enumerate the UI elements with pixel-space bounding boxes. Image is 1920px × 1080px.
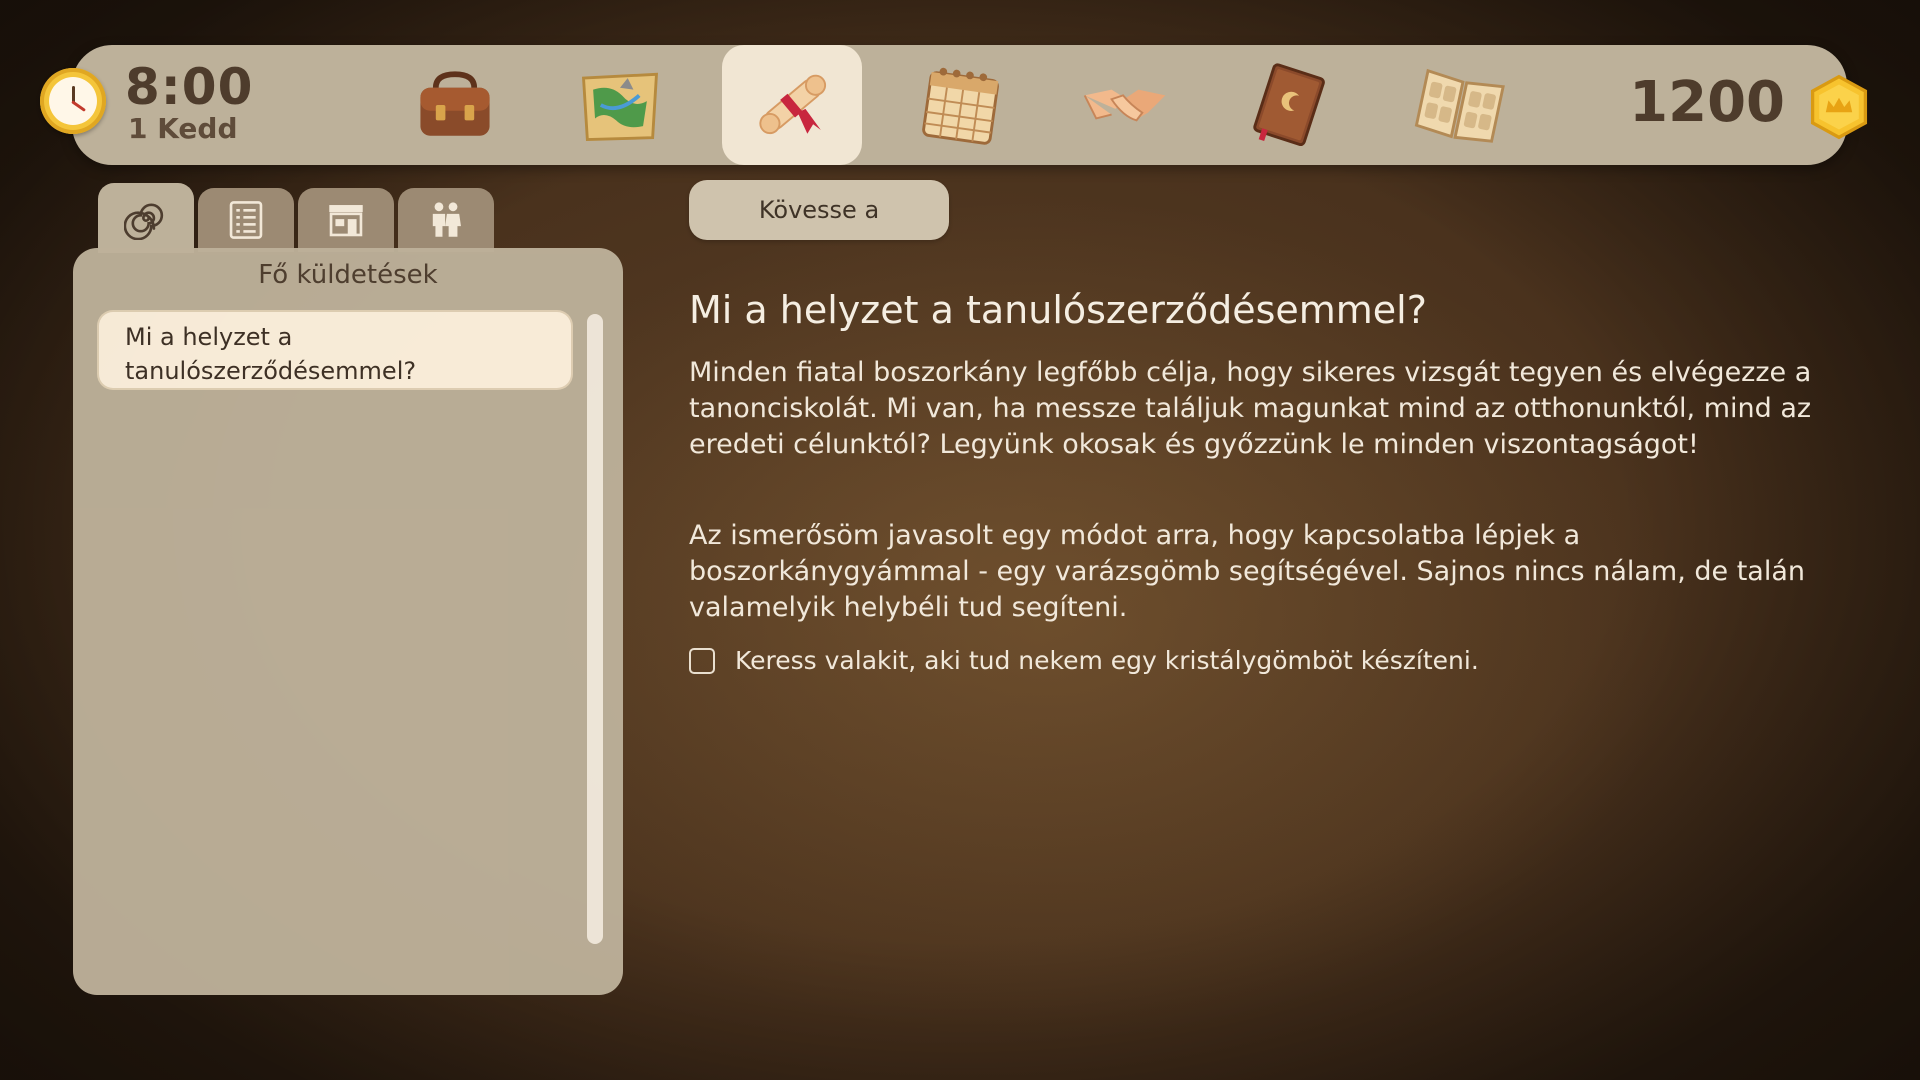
people-icon [432,202,461,237]
satchel-icon [420,71,490,136]
day-display: 1 Kedd [128,112,238,145]
coin-count: 1200 [1629,70,1785,135]
follow-quest-button[interactable]: Kövesse a [689,180,949,240]
quest-title: Mi a helyzet a tanulószerződésemmel? [689,288,1427,332]
shop-icon [329,205,363,237]
scroll-icon [759,74,827,135]
nav-spellbook-button[interactable] [1220,45,1360,165]
objective-checkbox[interactable] [689,647,715,674]
tab-people[interactable] [398,188,494,252]
objective-text: Keress valakit, aki tud nekem egy kristá… [735,646,1479,675]
book-icon [1253,63,1325,147]
time-display: 8:00 [125,58,254,116]
quest-description: Minden fiatal boszorkány legfőbb célja, … [689,357,1812,460]
quest-list-panel: Fő küldetések Mi a helyzet a tanulószerz… [73,248,623,995]
calendar-icon [922,67,999,145]
panel-title: Fő küldetések [258,260,438,290]
quest-progress-text: Az ismerősöm javasolt egy módot arra, ho… [689,520,1806,623]
checklist-icon [229,201,263,239]
clock-icon [40,68,106,134]
coin-icon [1810,74,1868,140]
handshake-icon [1083,89,1166,122]
spiral-icon [124,203,164,240]
recipe-book-icon [1414,68,1505,143]
nav-calendar-button[interactable] [890,45,1030,165]
scrollbar[interactable] [587,314,603,944]
tab-tasks[interactable] [198,188,294,252]
quest-objective: Keress valakit, aki tud nekem egy kristá… [689,646,1479,675]
nav-map-button[interactable] [550,45,690,165]
quest-list-item[interactable]: Mi a helyzet a tanulószerződésemmel? [99,312,571,388]
nav-recipes-button[interactable] [1390,45,1530,165]
map-icon [581,72,659,142]
nav-inventory-button[interactable] [385,45,525,165]
tab-main-quests[interactable] [98,183,194,253]
tab-shop[interactable] [298,188,394,252]
nav-quests-button[interactable] [722,45,862,165]
nav-relationships-button[interactable] [1055,45,1195,165]
